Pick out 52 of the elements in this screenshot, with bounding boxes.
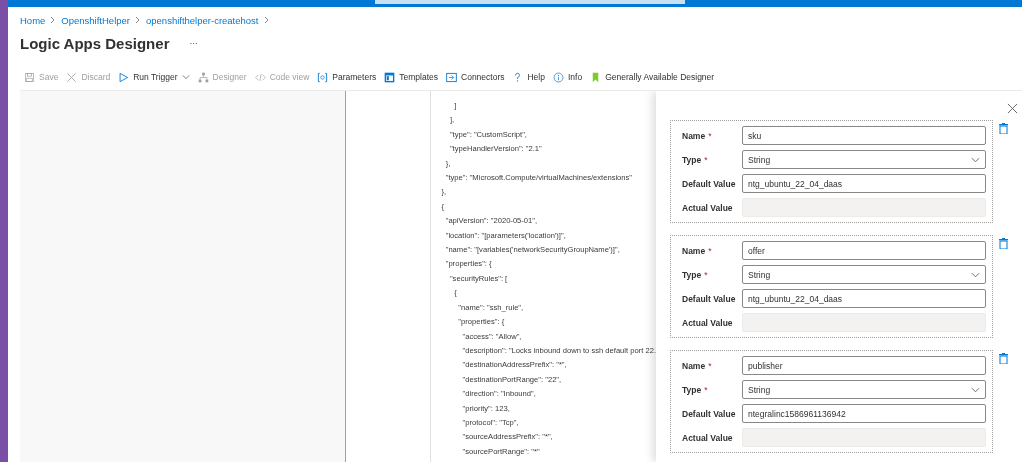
field-label: Actual Value <box>682 432 734 443</box>
trash-icon[interactable] <box>999 353 1008 364</box>
type-dropdown[interactable]: String <box>742 265 986 284</box>
field-label: Name * <box>682 245 713 256</box>
breadcrumb-link[interactable]: Home <box>20 14 46 26</box>
connector-icon <box>446 71 457 83</box>
breadcrumb-link[interactable]: openshifthelper-createhost <box>146 14 259 26</box>
text-field[interactable]: sku <box>742 126 986 145</box>
play-icon <box>118 71 130 83</box>
field-label: Actual Value <box>682 317 734 328</box>
toolbar-button[interactable]: Help <box>512 71 545 83</box>
breadcrumb-link[interactable]: OpenshiftHelper <box>61 14 130 26</box>
chevron-down-icon <box>181 73 190 81</box>
field-label: Actual Value <box>682 202 734 213</box>
save-icon <box>24 71 35 83</box>
page-title: Logic Apps Designer <box>20 34 170 52</box>
chevron-right-icon <box>50 16 57 24</box>
field-label: Default Value <box>682 408 737 419</box>
trash-icon[interactable] <box>999 238 1008 249</box>
chevron-down-icon <box>971 271 980 278</box>
code-icon <box>254 71 266 83</box>
field-label: Type * <box>682 384 709 395</box>
text-field[interactable]: offer <box>742 241 986 260</box>
text-field[interactable]: publisher <box>742 356 986 375</box>
field-label: Default Value <box>682 293 737 304</box>
toolbar-button[interactable]: Generally Available Designer <box>590 71 715 83</box>
template-icon <box>384 71 396 83</box>
toolbar-button[interactable]: Connectors <box>446 71 505 83</box>
chevron-down-icon <box>971 386 980 393</box>
close-icon[interactable] <box>1007 103 1018 114</box>
info-icon <box>552 71 564 83</box>
text-field[interactable]: ntg_ubuntu_22_04_daas <box>742 174 986 193</box>
toolbar-button[interactable]: Run Trigger <box>118 71 190 83</box>
field-label: Name * <box>682 360 713 371</box>
field-label: Type * <box>682 269 709 280</box>
text-field[interactable]: ntegralinc1586961136942 <box>742 404 986 423</box>
toolbar-button[interactable]: Info <box>552 71 583 83</box>
chevron-right-icon <box>135 16 141 24</box>
hierarchy-icon <box>197 71 209 83</box>
toolbar-button[interactable]: Parameters <box>317 71 377 83</box>
trash-icon[interactable] <box>999 123 1008 134</box>
field-label: Type * <box>682 154 709 165</box>
chevron-down-icon <box>971 156 980 163</box>
toolbar-button[interactable]: Templates <box>384 71 438 83</box>
type-dropdown[interactable]: String <box>742 150 986 169</box>
text-field[interactable]: ntg_ubuntu_22_04_daas <box>742 289 986 308</box>
field-label: Name * <box>682 130 713 141</box>
field-label: Default Value <box>682 178 737 189</box>
more-button[interactable]: ··· <box>189 38 198 48</box>
close-icon <box>66 71 78 83</box>
chevron-right-icon <box>263 16 270 24</box>
type-dropdown[interactable]: String <box>742 380 986 399</box>
